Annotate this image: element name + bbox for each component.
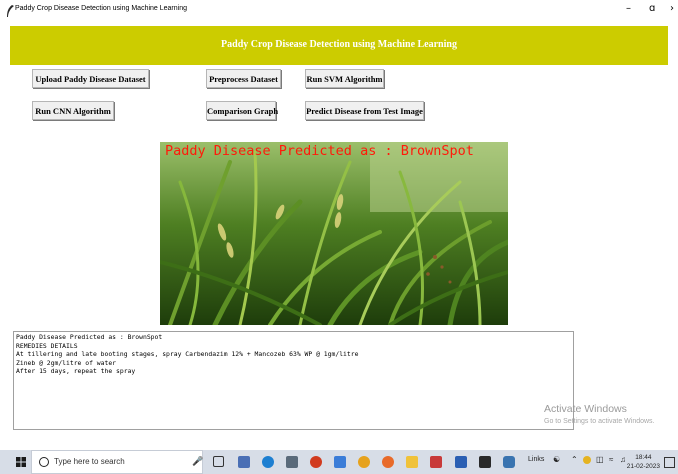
run-cnn-button[interactable]: Run CNN Algorithm <box>32 101 114 120</box>
people-icon[interactable]: ☯ <box>553 455 560 464</box>
chevron-up-icon[interactable]: ⌃ <box>571 455 578 464</box>
terminal-icon[interactable] <box>479 456 491 468</box>
preprocess-dataset-button[interactable]: Preprocess Dataset <box>206 69 281 88</box>
clock-time: 18:44 <box>635 454 652 461</box>
paint-icon[interactable] <box>430 456 442 468</box>
paddy-field-image <box>160 142 508 325</box>
comparison-graph-button[interactable]: Comparison Graph <box>206 101 278 120</box>
chrome-icon[interactable] <box>358 456 370 468</box>
links-toolbar[interactable]: Links <box>528 456 544 463</box>
battery-icon[interactable]: ◫ <box>596 455 604 464</box>
search-icon <box>39 457 49 467</box>
clock-date: 21-02-2023 <box>626 463 660 470</box>
activate-windows-hint: Go to Settings to activate Windows. <box>544 418 655 425</box>
test-image: Paddy Disease Predicted as : BrownSpot <box>160 142 508 325</box>
volume-icon[interactable]: ♫ <box>620 455 626 464</box>
prediction-overlay-text: Paddy Disease Predicted as : BrownSpot <box>165 143 474 159</box>
notification-icon[interactable] <box>664 457 675 468</box>
banner-title: Paddy Crop Disease Detection using Machi… <box>221 39 457 50</box>
store-icon[interactable] <box>286 456 298 468</box>
python-icon[interactable] <box>503 456 515 468</box>
close-button[interactable]: › <box>670 3 674 14</box>
edge-icon[interactable] <box>262 456 274 468</box>
task-view-icon[interactable] <box>213 456 224 467</box>
output-line: After 15 days, repeat the spray <box>16 367 136 376</box>
files-icon[interactable] <box>406 456 418 468</box>
maximize-button[interactable]: ɑ <box>649 3 655 14</box>
window-title: Paddy Crop Disease Detection using Machi… <box>15 5 187 12</box>
output-line: Paddy Disease Predicted as : BrownSpot <box>16 333 163 341</box>
feather-app-icon <box>7 5 14 17</box>
windows-start-icon[interactable] <box>16 457 26 467</box>
window-titlebar: Paddy Crop Disease Detection using Machi… <box>0 0 678 22</box>
minimize-button[interactable]: – <box>626 3 631 14</box>
taskbar-search-box[interactable]: Type here to search 🎤 <box>31 450 203 474</box>
microphone-icon[interactable]: 🎤 <box>192 456 203 467</box>
upload-dataset-button[interactable]: Upload Paddy Disease Dataset <box>32 69 149 88</box>
taskbar-clock[interactable]: 18:44 21-02-2023 <box>627 453 660 471</box>
notes-icon[interactable] <box>238 456 250 468</box>
output-line: Zineb @ 2gm/litre of water <box>16 358 117 367</box>
office-icon[interactable] <box>310 456 322 468</box>
run-svm-button[interactable]: Run SVM Algorithm <box>305 69 384 88</box>
output-line: REMEDIES DETAILS <box>16 341 78 350</box>
output-line: At tillering and late booting stages, sp… <box>16 350 359 359</box>
media-icon[interactable] <box>334 456 346 468</box>
result-text-area[interactable]: Paddy Disease Predicted as : BrownSpot RE… <box>13 331 574 430</box>
word-icon[interactable] <box>455 456 467 468</box>
firefox-icon[interactable] <box>382 456 394 468</box>
predict-disease-button[interactable]: Predict Disease from Test Image <box>305 101 424 120</box>
activate-windows-title: Activate Windows <box>544 403 627 415</box>
search-placeholder: Type here to search <box>54 457 125 466</box>
app-banner: Paddy Crop Disease Detection using Machi… <box>10 26 668 65</box>
tray-app-icon[interactable] <box>583 456 591 464</box>
windows-taskbar: Type here to search 🎤 Links ☯ ⌃ ◫ ≈ ♫ 18… <box>0 450 678 474</box>
wifi-icon[interactable]: ≈ <box>609 455 613 464</box>
